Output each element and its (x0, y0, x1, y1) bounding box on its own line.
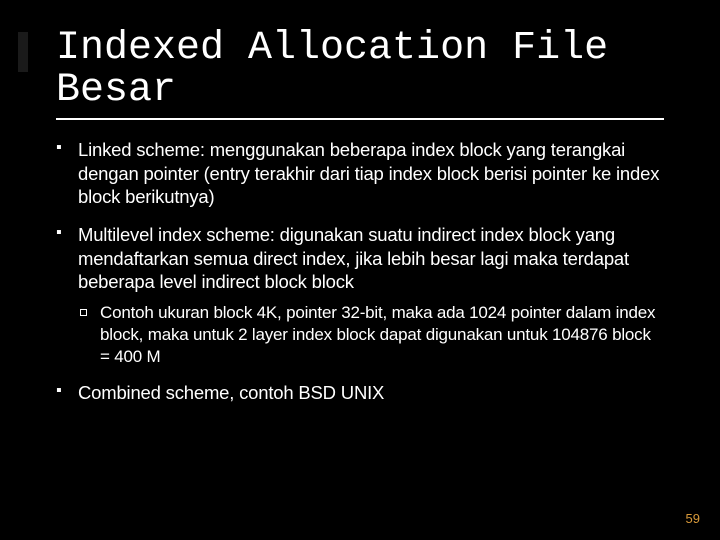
bullet-text: Linked scheme: menggunakan beberapa inde… (78, 139, 659, 207)
bullet-item: Multilevel index scheme: digunakan suatu… (56, 223, 664, 367)
bullet-item: Combined scheme, contoh BSD UNIX (56, 381, 664, 405)
left-accent-bar (18, 32, 28, 72)
bullet-list: Linked scheme: menggunakan beberapa inde… (56, 138, 664, 405)
sub-bullet-text: Contoh ukuran block 4K, pointer 32-bit, … (100, 303, 655, 366)
title-line-2: Besar (56, 68, 176, 113)
bullet-text: Combined scheme, contoh BSD UNIX (78, 382, 384, 403)
slide: Indexed Allocation File Besar Linked sch… (0, 0, 720, 540)
title-line-1: Indexed Allocation File (56, 26, 608, 71)
sub-bullet-item: Contoh ukuran block 4K, pointer 32-bit, … (78, 302, 664, 367)
sub-bullet-list: Contoh ukuran block 4K, pointer 32-bit, … (78, 302, 664, 367)
bullet-text: Multilevel index scheme: digunakan suatu… (78, 224, 629, 292)
bullet-item: Linked scheme: menggunakan beberapa inde… (56, 138, 664, 209)
page-number: 59 (686, 511, 700, 526)
slide-title: Indexed Allocation File Besar (56, 28, 664, 120)
